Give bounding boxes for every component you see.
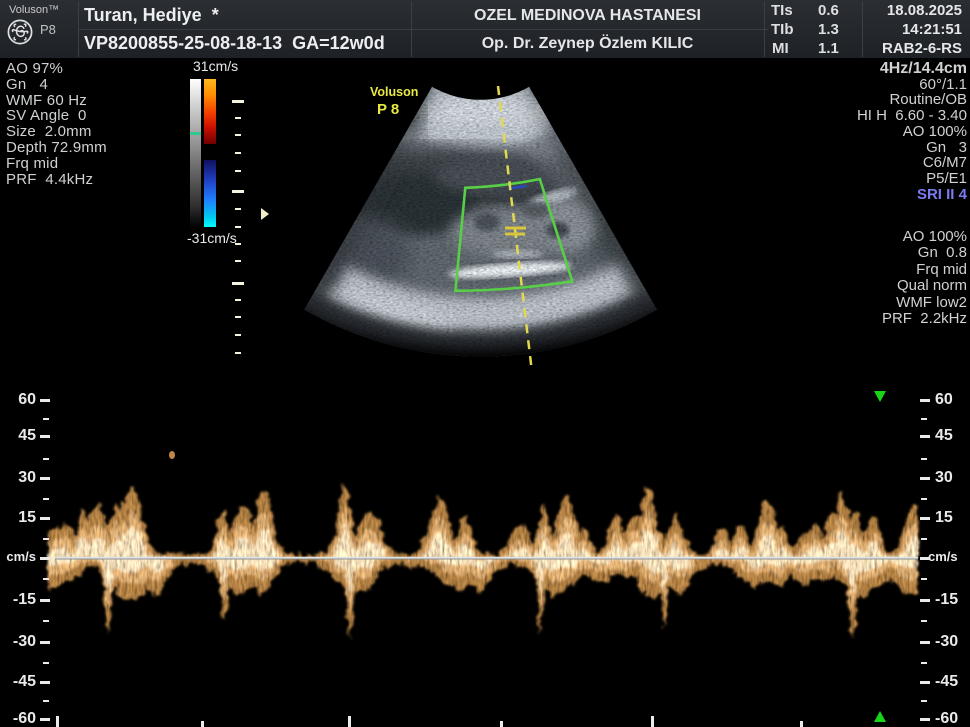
- svg-text:P 8: P 8: [377, 101, 399, 118]
- svg-text:Voluson: Voluson: [370, 85, 418, 99]
